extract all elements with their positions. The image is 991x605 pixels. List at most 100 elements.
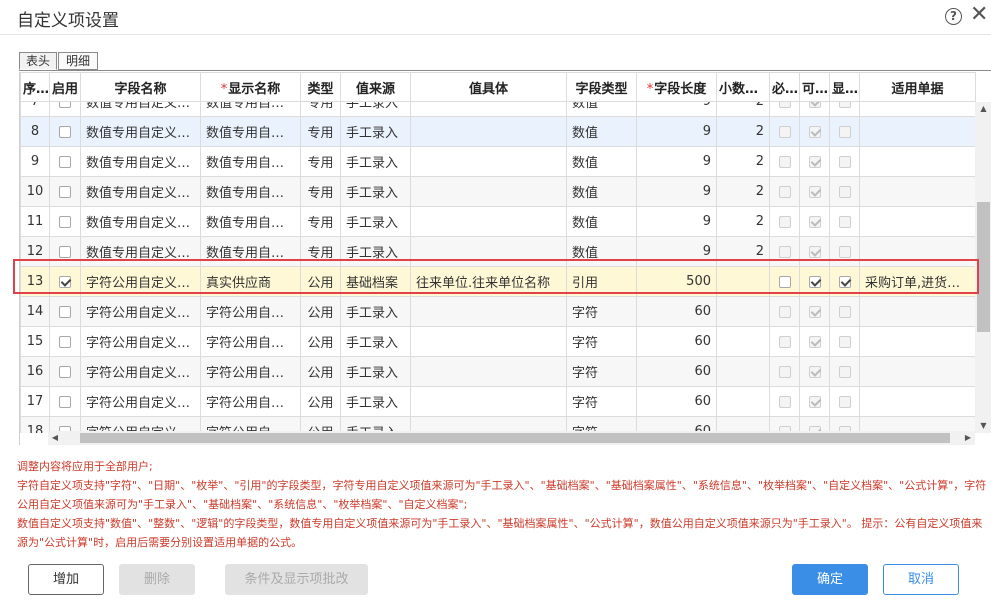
source-cell[interactable]: 手工录入 [340, 326, 411, 357]
field-name-cell[interactable]: 数值专用自定义项11 [80, 206, 201, 237]
forms-cell[interactable] [859, 206, 975, 237]
header-col-editable[interactable]: 可改 [799, 72, 830, 102]
detail-cell[interactable] [410, 176, 567, 207]
display-name-cell[interactable]: 数值专用自定义项7 [200, 102, 301, 117]
detail-cell[interactable] [410, 296, 567, 327]
forms-cell[interactable] [859, 386, 975, 417]
grid-body[interactable]: 7数值专用自定义项7数值专用自定义项7专用手工录入数值928数值专用自定义项8数… [20, 102, 975, 433]
tab-detail[interactable]: 明细 [58, 52, 98, 70]
table-row[interactable]: 15字符公用自定义项3字符公用自定义项3公用手工录入字符60 [20, 326, 975, 357]
row-index[interactable]: 18 [20, 416, 50, 433]
enabled-checkbox[interactable] [59, 275, 71, 288]
table-row[interactable]: 14字符公用自定义项2字符公用自定义项2公用手工录入字符60 [20, 296, 975, 327]
detail-cell[interactable] [410, 356, 567, 387]
decimals-cell[interactable]: 2 [716, 206, 770, 237]
kind-cell[interactable]: 公用 [300, 296, 341, 327]
length-cell[interactable]: 60 [636, 356, 717, 387]
field-type-cell[interactable]: 字符 [566, 386, 637, 417]
decimals-cell[interactable]: 2 [716, 236, 770, 267]
kind-cell[interactable]: 专用 [300, 146, 341, 177]
field-type-cell[interactable]: 数值 [566, 102, 637, 117]
kind-cell[interactable]: 专用 [300, 116, 341, 147]
decimals-cell[interactable] [716, 266, 770, 297]
row-index[interactable]: 15 [20, 326, 50, 357]
source-cell[interactable]: 手工录入 [340, 116, 411, 147]
row-index[interactable]: 14 [20, 296, 50, 327]
header-col-decimals[interactable]: 小数位数 [716, 72, 770, 102]
length-cell[interactable]: 9 [636, 176, 717, 207]
header-col-field-name[interactable]: 字段名称 [80, 72, 201, 102]
table-row[interactable]: 13 字符公用自定义项1 真实供应商 公用 基础档案 往来单位.往来单位名称 引用 500 采购… [20, 266, 975, 297]
header-col-field-type[interactable]: 字段类型 [566, 72, 637, 102]
forms-cell[interactable] [859, 176, 975, 207]
decimals-cell[interactable] [716, 326, 770, 357]
decimals-cell[interactable] [716, 356, 770, 387]
source-cell[interactable]: 基础档案 [340, 266, 411, 297]
table-row[interactable]: 8数值专用自定义项8数值专用自定义项8专用手工录入数值92 [20, 116, 975, 147]
add-button[interactable]: 增加 [28, 564, 104, 595]
horizontal-scroll-thumb[interactable] [80, 433, 950, 443]
header-col-enabled[interactable]: 启用 [49, 72, 81, 102]
enabled-checkbox[interactable] [59, 305, 71, 318]
field-name-cell[interactable]: 字符公用自定义项2 [80, 296, 201, 327]
header-col-source[interactable]: 值来源 [340, 72, 411, 102]
scroll-up-icon[interactable]: ▲ [975, 102, 991, 116]
row-index[interactable]: 9 [20, 146, 50, 177]
forms-cell[interactable] [859, 116, 975, 147]
detail-cell[interactable] [410, 326, 567, 357]
decimals-cell[interactable]: 2 [716, 176, 770, 207]
header-col-index[interactable]: 序号 [20, 72, 50, 102]
detail-cell[interactable]: 往来单位.往来单位名称 [410, 266, 567, 297]
header-col-display-name[interactable]: *显示名称 [200, 72, 301, 102]
table-row[interactable]: 9数值专用自定义项9数值专用自定义项9专用手工录入数值92 [20, 146, 975, 177]
length-cell[interactable]: 60 [636, 296, 717, 327]
field-name-cell[interactable]: 数值专用自定义项10 [80, 176, 201, 207]
field-name-cell[interactable]: 字符公用自定义项3 [80, 326, 201, 357]
decimals-cell[interactable]: 2 [716, 102, 770, 117]
field-type-cell[interactable]: 数值 [566, 176, 637, 207]
table-row[interactable]: 17字符公用自定义项5字符公用自定义项5公用手工录入字符60 [20, 386, 975, 417]
length-cell[interactable]: 9 [636, 146, 717, 177]
confirm-button[interactable]: 确定 [792, 564, 868, 595]
forms-cell[interactable] [859, 236, 975, 267]
row-index[interactable]: 10 [20, 176, 50, 207]
field-name-cell[interactable]: 字符公用自定义项4 [80, 356, 201, 387]
enabled-checkbox[interactable] [59, 185, 71, 198]
close-icon[interactable]: ✕ [970, 2, 988, 28]
header-col-length[interactable]: *字段长度 [636, 72, 717, 102]
scroll-right-icon[interactable]: ▶ [961, 431, 975, 445]
display-name-cell[interactable]: 字符公用自定义项4 [200, 356, 301, 387]
enabled-checkbox[interactable] [59, 155, 71, 168]
decimals-cell[interactable] [716, 296, 770, 327]
visible-checkbox[interactable] [838, 275, 851, 288]
source-cell[interactable]: 手工录入 [340, 386, 411, 417]
row-index[interactable]: 12 [20, 236, 50, 267]
tab-header[interactable]: 表头 [19, 52, 57, 70]
kind-cell[interactable]: 公用 [300, 266, 341, 297]
table-row[interactable]: 16字符公用自定义项4字符公用自定义项4公用手工录入字符60 [20, 356, 975, 387]
field-type-cell[interactable]: 字符 [566, 296, 637, 327]
field-name-cell[interactable]: 数值专用自定义项8 [80, 116, 201, 147]
enabled-checkbox[interactable] [59, 215, 71, 228]
row-index[interactable]: 17 [20, 386, 50, 417]
detail-cell[interactable] [410, 236, 567, 267]
table-row[interactable]: 10数值专用自定义项10数值专用自定义项10专用手工录入数值92 [20, 176, 975, 207]
display-name-cell[interactable]: 数值专用自定义项11 [200, 206, 301, 237]
enabled-checkbox[interactable] [59, 335, 71, 348]
source-cell[interactable]: 手工录入 [340, 206, 411, 237]
kind-cell[interactable]: 专用 [300, 102, 341, 117]
editable-checkbox[interactable] [808, 275, 821, 288]
length-cell[interactable]: 60 [636, 326, 717, 357]
kind-cell[interactable]: 专用 [300, 206, 341, 237]
forms-cell[interactable] [859, 356, 975, 387]
field-name-cell[interactable]: 字符公用自定义项1 [80, 266, 201, 297]
kind-cell[interactable]: 公用 [300, 386, 341, 417]
display-name-cell[interactable]: 数值专用自定义项9 [200, 146, 301, 177]
header-col-detail[interactable]: 值具体 [410, 72, 567, 102]
forms-cell[interactable] [859, 296, 975, 327]
field-name-cell[interactable]: 数值专用自定义项9 [80, 146, 201, 177]
display-name-cell[interactable]: 字符公用自定义项2 [200, 296, 301, 327]
display-name-cell[interactable]: 数值专用自定义项8 [200, 116, 301, 147]
display-name-cell[interactable]: 字符公用自定义项5 [200, 386, 301, 417]
field-type-cell[interactable]: 数值 [566, 116, 637, 147]
